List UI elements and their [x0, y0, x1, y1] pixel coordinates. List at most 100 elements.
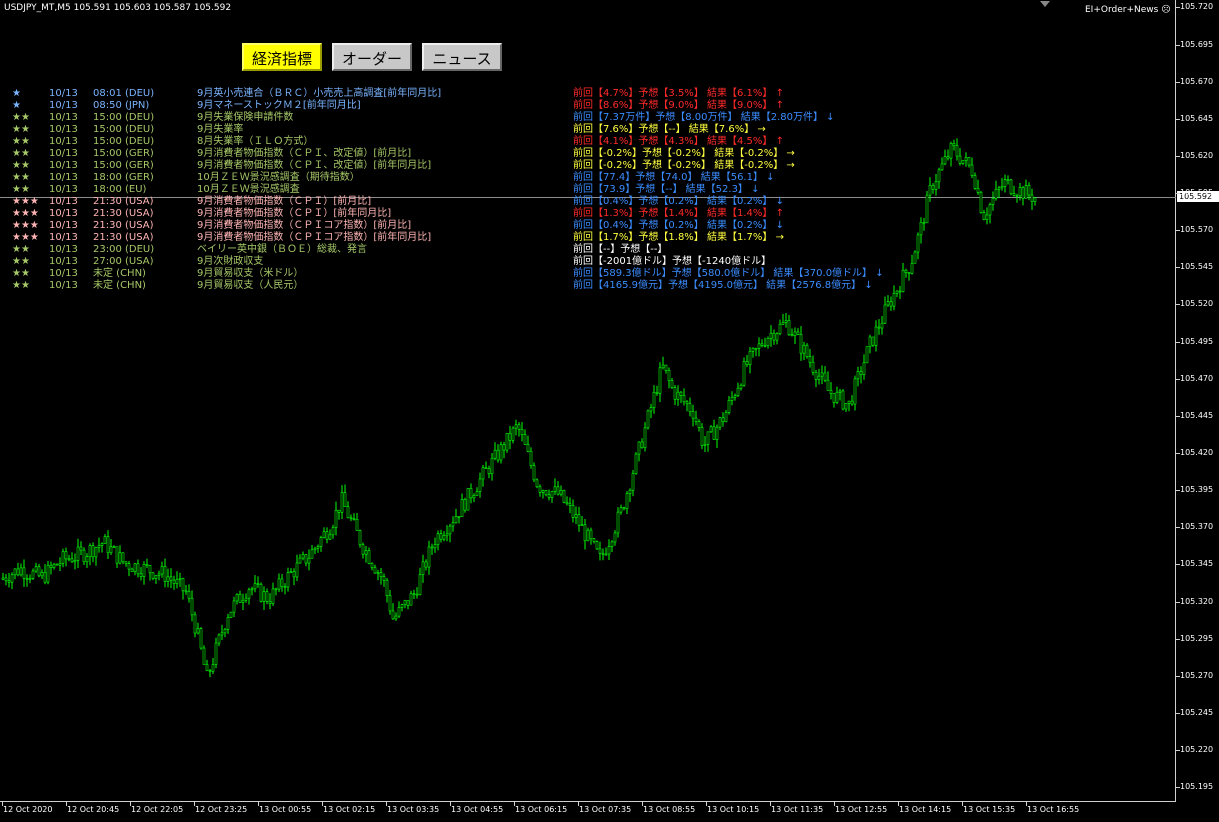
indicator-name: EI+Order+News: [1085, 5, 1159, 15]
event-importance-stars: ★★★: [12, 220, 39, 231]
candle-body: [103, 536, 107, 544]
event-result: 前回【73.9】予想【--】 結果【52.3】 ↓: [573, 184, 760, 195]
candle-body: [811, 361, 815, 373]
candle-body: [238, 593, 242, 603]
event-importance-stars: ★★: [12, 136, 30, 147]
candle-body: [121, 552, 125, 563]
candle-body: [283, 586, 287, 588]
candle-body: [862, 362, 866, 375]
candle-body: [895, 290, 899, 294]
event-name: ベイリー英中銀（ＢＯＥ）総裁、発言: [197, 244, 367, 255]
candle-body: [523, 434, 527, 445]
candle-body: [415, 593, 419, 596]
candle-body: [583, 524, 587, 542]
event-date: 10/13: [49, 124, 78, 135]
candle-body: [727, 400, 731, 413]
candle-body: [286, 572, 290, 588]
event-name: 9月失業率: [197, 124, 244, 135]
event-result: 前回【-0.2%】予想【-0.2%】 結果【-0.2%】 →: [573, 160, 795, 171]
candle-body: [214, 642, 218, 665]
price-label: 105.220: [1180, 745, 1214, 755]
candle-body: [646, 410, 650, 429]
event-date: 10/13: [49, 256, 78, 267]
event-importance-stars: ★★: [12, 268, 30, 279]
event-time: 21:30 (USA): [93, 220, 154, 231]
indicator-label: EI+Order+News ☹: [1085, 5, 1171, 15]
tab-news[interactable]: ニュース: [422, 43, 502, 71]
candle-body: [760, 343, 764, 346]
event-name: 9月消費者物価指数（ＣＰＩコア指数）[前年同月比]: [197, 232, 432, 243]
candle-body: [19, 567, 23, 576]
candle-body: [1003, 179, 1007, 187]
candle-body: [175, 579, 179, 584]
candle-body: [538, 486, 542, 493]
candle-body: [391, 610, 395, 620]
candle-body: [298, 557, 302, 564]
candle-body: [508, 432, 512, 441]
candle-body: [310, 549, 314, 559]
candle-body: [457, 516, 461, 518]
candle-body: [484, 467, 488, 470]
event-time: 27:00 (USA): [93, 256, 154, 267]
event-time: 15:00 (DEU): [93, 112, 155, 123]
candle-body: [433, 544, 437, 549]
candle-body: [331, 527, 335, 536]
event-date: 10/13: [49, 88, 78, 99]
candle-body: [775, 333, 779, 341]
candle-body: [628, 489, 632, 494]
candle-body: [910, 263, 914, 274]
price-label: 105.445: [1180, 410, 1214, 420]
candle-body: [913, 251, 917, 264]
candle-body: [292, 571, 296, 578]
candle-body: [400, 604, 404, 608]
price-label: 105.720: [1180, 2, 1214, 12]
event-time: 21:30 (USA): [93, 232, 154, 243]
candle-body: [361, 544, 365, 555]
candle-body: [472, 495, 476, 499]
candle-body: [973, 175, 977, 189]
candle-body: [1027, 185, 1031, 196]
candle-body: [667, 370, 671, 381]
event-importance-stars: ★: [12, 88, 21, 99]
candle-body: [451, 522, 455, 527]
candle-body: [448, 525, 452, 535]
tab-economic-indicators[interactable]: 経済指標: [242, 43, 322, 71]
candle-body: [547, 494, 551, 498]
event-result: 前回【4.1%】予想【4.3%】 結果【4.5%】 ↑: [573, 136, 784, 147]
candle-body: [256, 583, 260, 585]
candle-body: [754, 347, 758, 350]
candle-body: [703, 444, 707, 446]
candle-body: [556, 486, 560, 495]
candle-body: [679, 391, 683, 396]
candle-body: [37, 566, 41, 577]
candle-body: [334, 509, 338, 528]
tab-orders[interactable]: オーダー: [332, 43, 412, 71]
candle-body: [127, 563, 131, 570]
candle-body: [796, 331, 800, 335]
event-importance-stars: ★★: [12, 160, 30, 171]
event-importance-stars: ★★★: [12, 208, 39, 219]
candle-body: [70, 558, 74, 563]
candle-body: [439, 533, 443, 540]
candle-body: [931, 185, 935, 190]
candle-body: [898, 290, 902, 293]
candle-body: [25, 577, 29, 580]
chart-shift-marker-icon[interactable]: [1040, 1, 1050, 7]
candle-body: [988, 204, 992, 216]
time-label: 13 Oct 04:55: [451, 805, 504, 814]
candle-body: [160, 566, 164, 575]
candle-body: [163, 566, 167, 582]
event-result: 前回【-0.2%】予想【-0.2%】 結果【-0.2%】 →: [573, 148, 795, 159]
candle-body: [613, 532, 617, 543]
candle-body: [16, 568, 20, 576]
candle-body: [856, 371, 860, 380]
candle-body: [169, 576, 173, 581]
candle-body: [1000, 186, 1004, 189]
candle-body: [28, 577, 32, 580]
event-time: 15:00 (GER): [93, 160, 154, 171]
candle-body: [505, 432, 509, 451]
candle-body: [76, 546, 80, 561]
candle-body: [88, 545, 92, 557]
candle-body: [217, 634, 221, 644]
candle-body: [658, 367, 662, 394]
